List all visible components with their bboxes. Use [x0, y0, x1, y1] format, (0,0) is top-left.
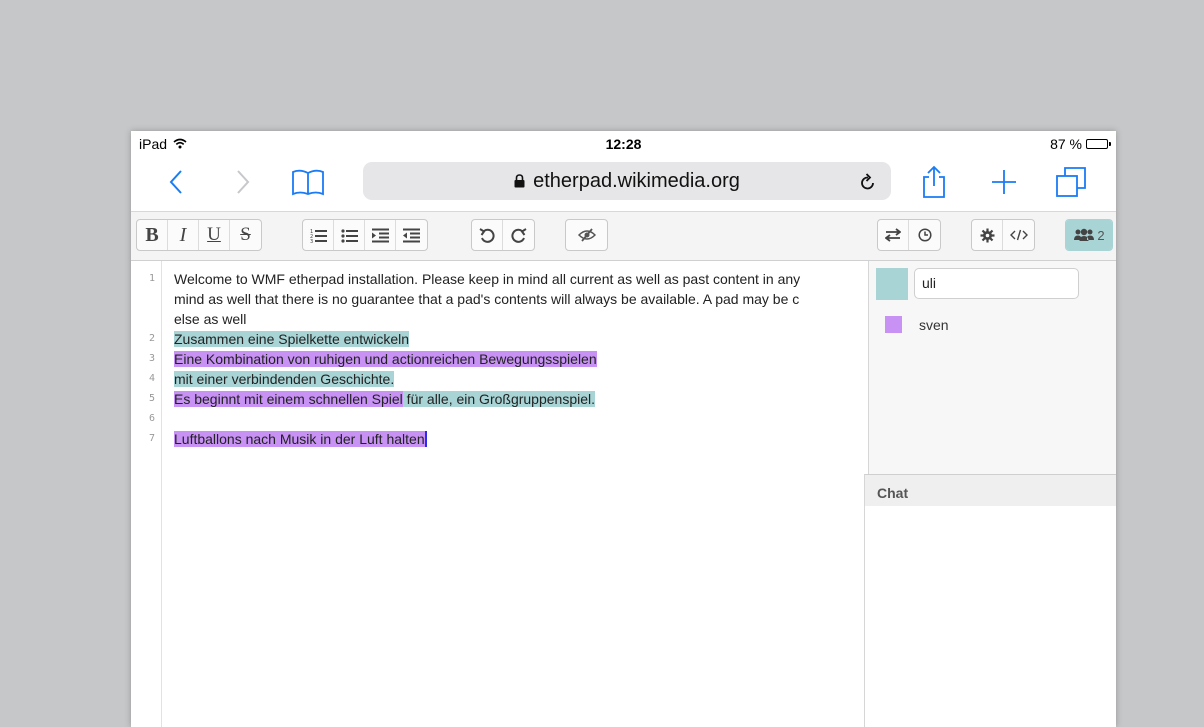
line-number: 1	[148, 273, 155, 284]
code-icon	[1009, 229, 1028, 241]
outdent-button[interactable]	[396, 220, 427, 250]
authorship-group	[565, 219, 608, 251]
text-line: Welcome to WMF etherpad installation. Pl…	[174, 271, 801, 287]
settings-button[interactable]	[972, 220, 1003, 250]
line-number: 7	[148, 433, 155, 444]
author-span-uli: für alle, ein Großgruppenspiel.	[402, 391, 596, 407]
redo-button[interactable]	[503, 220, 534, 250]
forward-button[interactable]	[223, 163, 263, 201]
unordered-list-button[interactable]	[334, 220, 365, 250]
my-color-swatch[interactable]	[876, 268, 908, 300]
author-span-sven: Luftballons nach Musik in der Luft halte…	[174, 431, 425, 447]
ordered-list-icon: 123	[310, 229, 327, 243]
status-right: 87 %	[1050, 136, 1111, 152]
ordered-list-button[interactable]: 123	[303, 220, 334, 250]
underline-button[interactable]: U	[199, 220, 230, 250]
line-number: 4	[148, 373, 155, 384]
author-span-sven: Eine Kombination von ruhigen und actionr…	[174, 351, 597, 367]
text-line: mit einer verbindenden Geschichte.	[174, 369, 864, 389]
battery-icon	[1086, 139, 1111, 149]
my-name-input[interactable]: uli	[914, 268, 1079, 299]
bookmarks-button[interactable]	[288, 163, 328, 201]
tabs-icon	[1056, 167, 1086, 197]
user-color-swatch	[885, 316, 902, 333]
text-line-empty	[174, 409, 864, 429]
editor-toolbar: B I U S 123 2	[131, 211, 1116, 261]
embed-button[interactable]	[1003, 220, 1034, 250]
share-icon	[923, 165, 945, 198]
chat-panel: Chat	[864, 474, 1116, 727]
clear-authorship-button[interactable]	[566, 220, 607, 250]
eye-slash-icon	[577, 228, 596, 242]
italic-button[interactable]: I	[168, 220, 199, 250]
strikethrough-button[interactable]: S	[230, 220, 261, 250]
url-text: etherpad.wikimedia.org	[533, 169, 740, 192]
reload-button[interactable]	[857, 171, 879, 193]
indent-icon	[371, 228, 389, 242]
battery-percent: 87 %	[1050, 136, 1082, 152]
indent-button[interactable]	[365, 220, 396, 250]
pad-editor[interactable]: 1 2 3 4 5 6 7 Welcome to WMF etherpad in…	[131, 261, 864, 727]
undo-icon	[479, 228, 495, 243]
gear-icon	[980, 228, 994, 242]
users-icon	[1074, 228, 1095, 241]
history-group	[471, 219, 535, 251]
redo-icon	[510, 228, 527, 243]
lock-icon	[514, 174, 525, 188]
back-icon	[169, 170, 182, 194]
status-time: 12:28	[605, 136, 642, 152]
author-span-uli: Zusammen eine Spielkette entwickeln	[174, 331, 410, 347]
outdent-icon	[403, 228, 420, 242]
users-button[interactable]: 2	[1066, 220, 1112, 250]
line-number: 6	[148, 413, 155, 424]
share-button[interactable]	[914, 163, 954, 201]
text-caret	[424, 431, 427, 447]
chat-header[interactable]: Chat	[865, 475, 1116, 506]
browser-toolbar: etherpad.wikimedia.org	[131, 157, 1116, 211]
bold-button[interactable]: B	[137, 220, 168, 250]
import-history-group	[877, 219, 941, 251]
user-name: sven	[919, 317, 949, 333]
pad-text[interactable]: Welcome to WMF etherpad installation. Pl…	[174, 269, 864, 449]
timeslider-button[interactable]	[909, 220, 940, 250]
clock-icon	[917, 228, 932, 242]
users-count: 2	[1097, 227, 1105, 243]
text-line: Eine Kombination von ruhigen und actionr…	[174, 349, 864, 369]
line-number-gutter: 1 2 3 4 5 6 7	[131, 261, 162, 727]
text-line: Luftballons nach Musik in der Luft halte…	[174, 429, 864, 449]
new-tab-button[interactable]	[984, 163, 1024, 201]
author-span-sven: Es beginnt mit einem schnellen Spiel	[174, 391, 403, 407]
line-number: 2	[148, 333, 155, 344]
list-group: 123	[302, 219, 428, 251]
undo-button[interactable]	[472, 220, 503, 250]
new-tab-icon	[992, 170, 1016, 194]
bookmarks-icon	[292, 169, 324, 196]
line-number: 5	[148, 393, 155, 404]
format-group: B I U S	[136, 219, 262, 251]
status-bar: iPad 12:28 87 %	[131, 131, 1116, 157]
users-group: 2	[1065, 219, 1113, 251]
settings-group	[971, 219, 1035, 251]
svg-text:3: 3	[310, 239, 313, 243]
import-export-button[interactable]	[878, 220, 909, 250]
users-panel: uli sven	[868, 261, 1116, 474]
text-line: Zusammen eine Spielkette entwickeln	[174, 329, 864, 349]
import-export-icon	[885, 228, 901, 242]
author-span-uli: mit einer verbindenden Geschichte.	[174, 371, 395, 387]
unordered-list-icon	[340, 228, 358, 243]
text-line: mind as well that there is no guarantee …	[174, 291, 800, 307]
text-line: else as well	[174, 311, 247, 327]
ipad-screen: iPad 12:28 87 % etherpad.wikimedia.org B…	[131, 131, 1116, 727]
reload-icon	[861, 173, 874, 190]
address-bar[interactable]: etherpad.wikimedia.org	[363, 162, 891, 200]
forward-icon	[237, 170, 250, 194]
line-number: 3	[148, 353, 155, 364]
text-line: Es beginnt mit einem schnellen Spiel für…	[174, 389, 864, 409]
tabs-button[interactable]	[1051, 163, 1091, 201]
back-button[interactable]	[156, 163, 196, 201]
